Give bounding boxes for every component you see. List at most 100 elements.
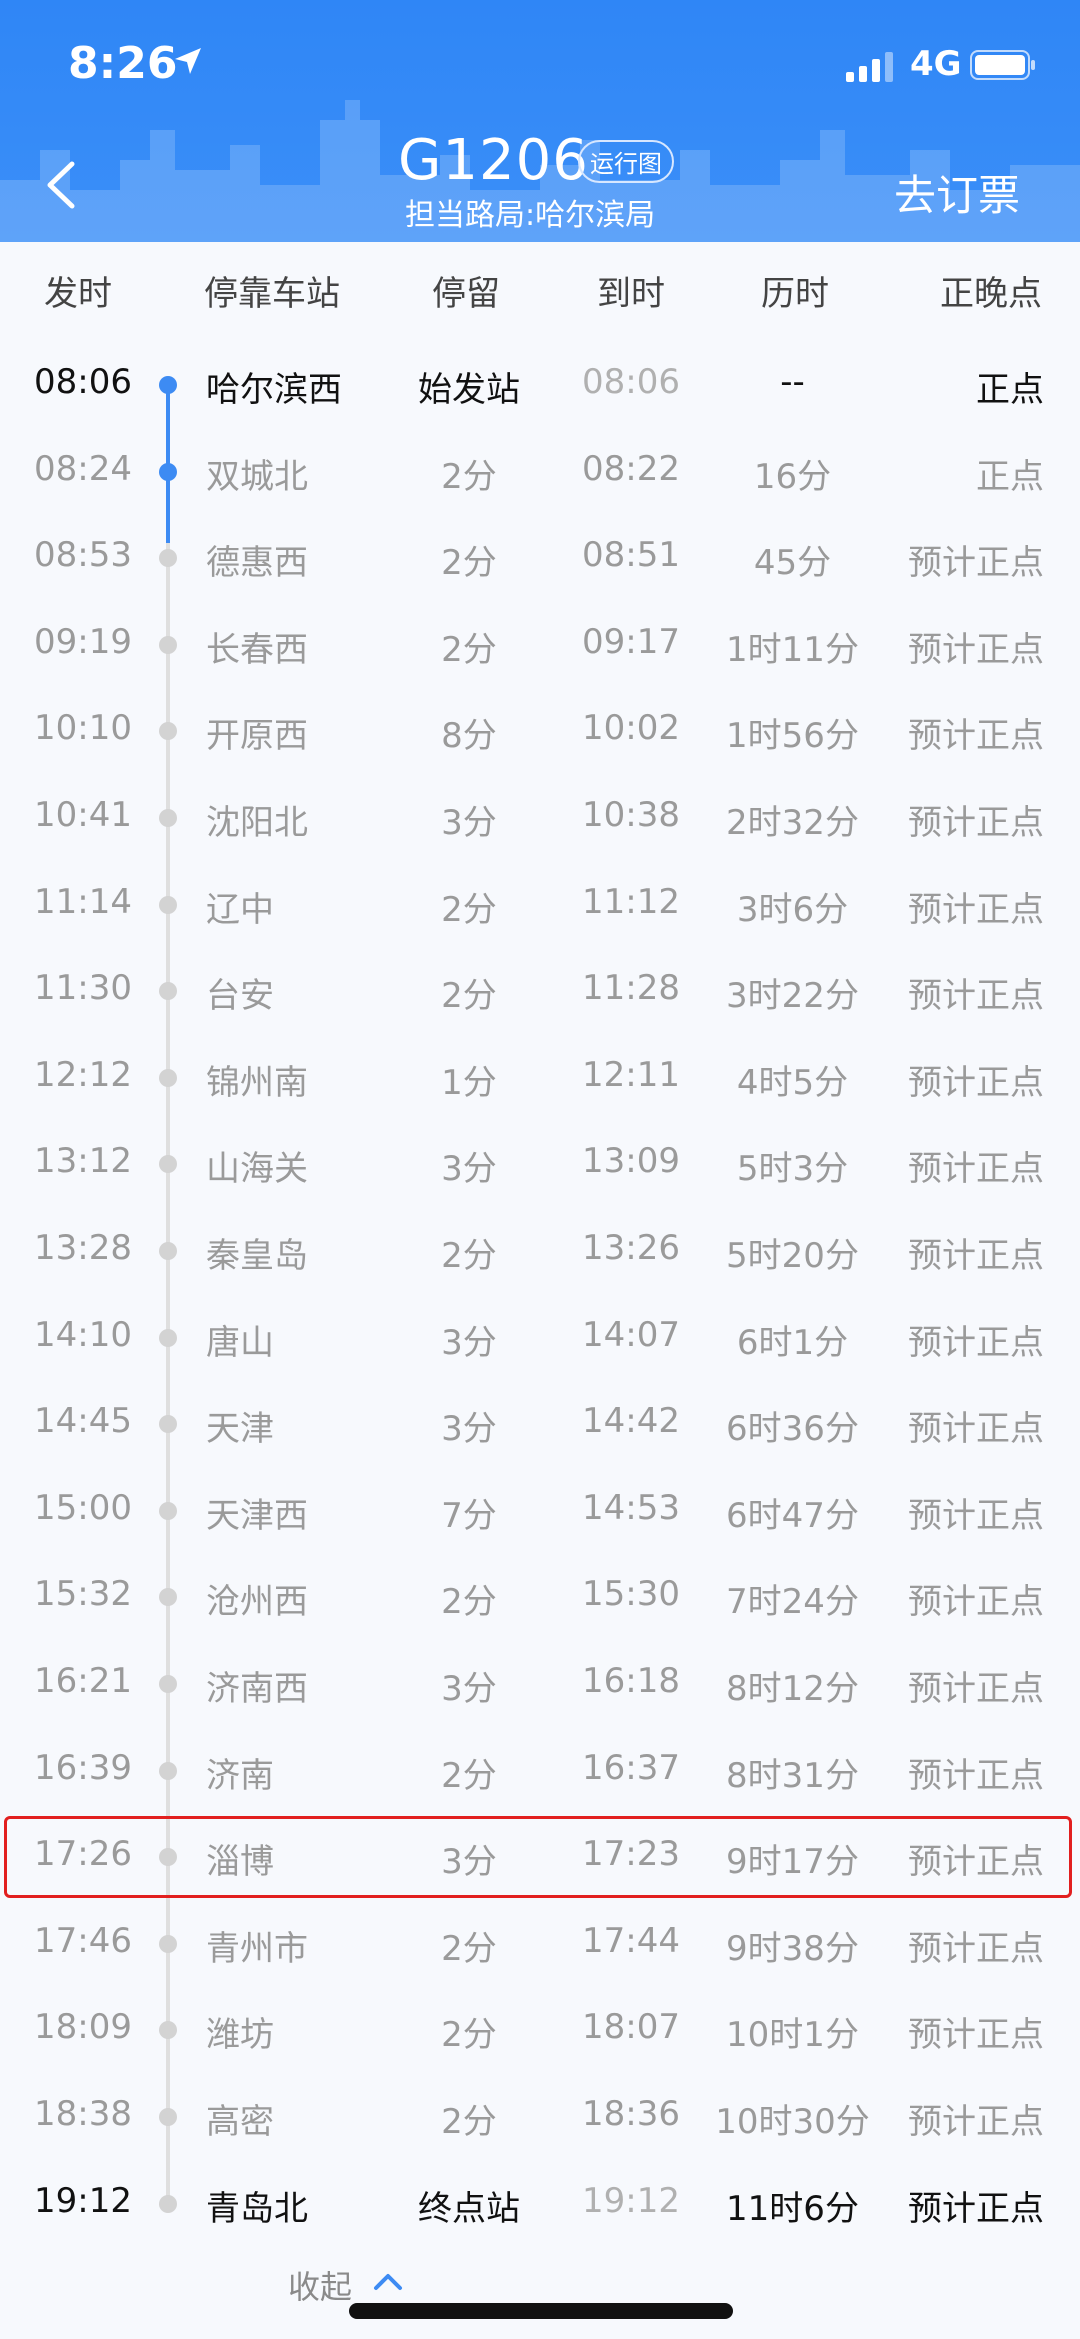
elapsed-time: -- <box>780 362 805 402</box>
stay-duration: 7分 <box>441 1495 497 1536</box>
table-row[interactable]: 10:41 沈阳北 3分 10:38 2时32分 预计正点 <box>0 773 1080 859</box>
arrival-time: 10:02 <box>582 708 680 749</box>
departure-time: 14:45 <box>34 1401 132 1442</box>
table-row[interactable]: 17:46 青州市 2分 17:44 9时38分 预计正点 <box>0 1899 1080 1985</box>
arrival-time: 15:30 <box>582 1574 680 1615</box>
chevron-up-icon[interactable] <box>372 2270 404 2292</box>
station-name: 青州市 <box>206 1928 308 1969</box>
stay-duration: 始发站 <box>418 370 520 410</box>
station-name: 高密 <box>206 2102 274 2142</box>
bureau-subtitle: 担当路局:哈尔滨局 <box>405 198 656 233</box>
stay-duration: 3分 <box>441 1669 497 1709</box>
table-row[interactable]: 11:30 台安 2分 11:28 3时22分 预计正点 <box>0 946 1080 1032</box>
table-row[interactable]: 16:21 济南西 3分 16:18 8时12分 预计正点 <box>0 1639 1080 1725</box>
column-header-status: 正晚点 <box>940 274 1042 314</box>
stop-dot-icon <box>159 1415 177 1434</box>
table-row[interactable]: 13:28 秦皇岛 2分 13:26 5时20分 预计正点 <box>0 1206 1080 1292</box>
elapsed-time: 16分 <box>753 456 832 497</box>
elapsed-time: 45分 <box>753 543 832 584</box>
table-row[interactable]: 15:32 沧州西 2分 15:30 7时24分 预计正点 <box>0 1552 1080 1638</box>
stay-duration: 2分 <box>441 976 497 1017</box>
stop-dot-icon <box>159 549 177 568</box>
elapsed-time: 1时56分 <box>726 716 859 757</box>
arrival-time: 11:28 <box>582 968 680 1009</box>
elapsed-time: 10时1分 <box>726 2015 859 2056</box>
punctuality-status: 预计正点 <box>908 2188 1044 2229</box>
station-name: 双城北 <box>206 456 308 497</box>
departure-time: 14:10 <box>34 1314 132 1355</box>
table-row[interactable]: 08:06 哈尔滨西 始发站 08:06 -- 正点 <box>0 340 1080 426</box>
departure-time: 11:30 <box>34 968 132 1009</box>
station-name: 开原西 <box>206 716 308 757</box>
elapsed-time: 6时47分 <box>726 1495 859 1536</box>
arrival-time: 08:22 <box>582 448 680 489</box>
book-ticket-button[interactable]: 去订票 <box>894 162 1020 223</box>
station-name: 辽中 <box>206 889 274 930</box>
stay-duration: 3分 <box>441 803 497 843</box>
elapsed-time: 1时11分 <box>726 629 859 670</box>
arrival-time: 12:11 <box>582 1054 680 1095</box>
table-row[interactable]: 13:12 山海关 3分 13:09 5时3分 预计正点 <box>0 1119 1080 1205</box>
arrival-time: 11:12 <box>582 881 680 922</box>
departure-time: 13:12 <box>34 1141 132 1182</box>
stay-duration: 3分 <box>441 1322 497 1363</box>
table-row[interactable]: 08:24 双城北 2分 08:22 16分 正点 <box>0 427 1080 513</box>
elapsed-time: 10时30分 <box>715 2102 870 2142</box>
departure-time: 11:14 <box>34 881 132 922</box>
punctuality-status: 预计正点 <box>908 1409 1044 1450</box>
table-row[interactable]: 16:39 济南 2分 16:37 8时31分 预计正点 <box>0 1726 1080 1812</box>
stop-dot-icon <box>159 2021 177 2040</box>
arrival-time: 18:36 <box>582 2094 680 2134</box>
stop-dot-icon <box>159 1675 177 1693</box>
table-row[interactable]: 11:14 辽中 2分 11:12 3时6分 预计正点 <box>0 860 1080 946</box>
stop-dot-icon <box>159 1155 177 1174</box>
departure-time: 10:41 <box>34 795 132 835</box>
punctuality-status: 预计正点 <box>908 1062 1044 1103</box>
run-map-tag[interactable]: 运行图 <box>578 140 674 183</box>
station-name: 天津西 <box>206 1495 308 1536</box>
punctuality-status: 预计正点 <box>908 976 1044 1017</box>
punctuality-status: 正点 <box>976 370 1044 410</box>
elapsed-time: 5时3分 <box>736 1149 849 1190</box>
table-row[interactable]: 14:45 天津 3分 14:42 6时36分 预计正点 <box>0 1379 1080 1465</box>
collapse-button[interactable]: 收起 <box>288 2262 352 2308</box>
stop-dot-icon <box>159 635 177 654</box>
table-row[interactable]: 14:10 唐山 3分 14:07 6时1分 预计正点 <box>0 1293 1080 1379</box>
stop-dot-icon <box>159 376 177 394</box>
departure-time: 13:28 <box>34 1228 132 1268</box>
network-type: 4G <box>910 44 962 84</box>
train-number-title: G1206 <box>398 128 589 193</box>
station-name: 锦州南 <box>206 1062 308 1103</box>
punctuality-status: 预计正点 <box>908 543 1044 584</box>
departure-time: 08:53 <box>34 535 132 576</box>
table-row[interactable]: 19:12 青岛北 终点站 19:12 11时6分 预计正点 <box>0 2159 1080 2245</box>
arrival-time: 16:18 <box>582 1661 680 1701</box>
departure-time: 19:12 <box>34 2180 132 2221</box>
elapsed-time: 3时6分 <box>736 889 849 930</box>
stop-dot-icon <box>159 1588 177 1607</box>
stop-dot-icon <box>159 809 177 827</box>
table-row[interactable]: 15:00 天津西 7分 14:53 6时47分 预计正点 <box>0 1466 1080 1552</box>
table-row[interactable]: 09:19 长春西 2分 09:17 1时11分 预计正点 <box>0 600 1080 686</box>
punctuality-status: 预计正点 <box>908 1928 1044 1969</box>
arrival-time: 19:12 <box>582 2180 680 2221</box>
departure-time: 09:19 <box>34 621 132 662</box>
table-row[interactable]: 08:53 德惠西 2分 08:51 45分 预计正点 <box>0 513 1080 599</box>
back-arrow-icon[interactable] <box>36 150 86 220</box>
table-row[interactable]: 18:09 潍坊 2分 18:07 10时1分 预计正点 <box>0 1985 1080 2071</box>
elapsed-time: 7时24分 <box>726 1582 859 1623</box>
station-name: 沧州西 <box>206 1582 308 1623</box>
station-name: 唐山 <box>206 1322 274 1363</box>
departure-time: 08:06 <box>34 362 132 402</box>
table-row[interactable]: 12:12 锦州南 1分 12:11 4时5分 预计正点 <box>0 1033 1080 1119</box>
location-arrow-icon <box>175 48 201 74</box>
station-name: 济南 <box>206 1755 274 1796</box>
table-row[interactable]: 10:10 开原西 8分 10:02 1时56分 预计正点 <box>0 686 1080 772</box>
stop-dot-icon <box>159 1328 177 1347</box>
stop-dot-icon <box>159 1761 177 1780</box>
stop-dot-icon <box>159 722 177 741</box>
stop-dot-icon <box>159 1068 177 1087</box>
arrival-time: 09:17 <box>582 621 680 662</box>
departure-time: 15:00 <box>34 1487 132 1528</box>
table-row[interactable]: 18:38 高密 2分 18:36 10时30分 预计正点 <box>0 2072 1080 2158</box>
